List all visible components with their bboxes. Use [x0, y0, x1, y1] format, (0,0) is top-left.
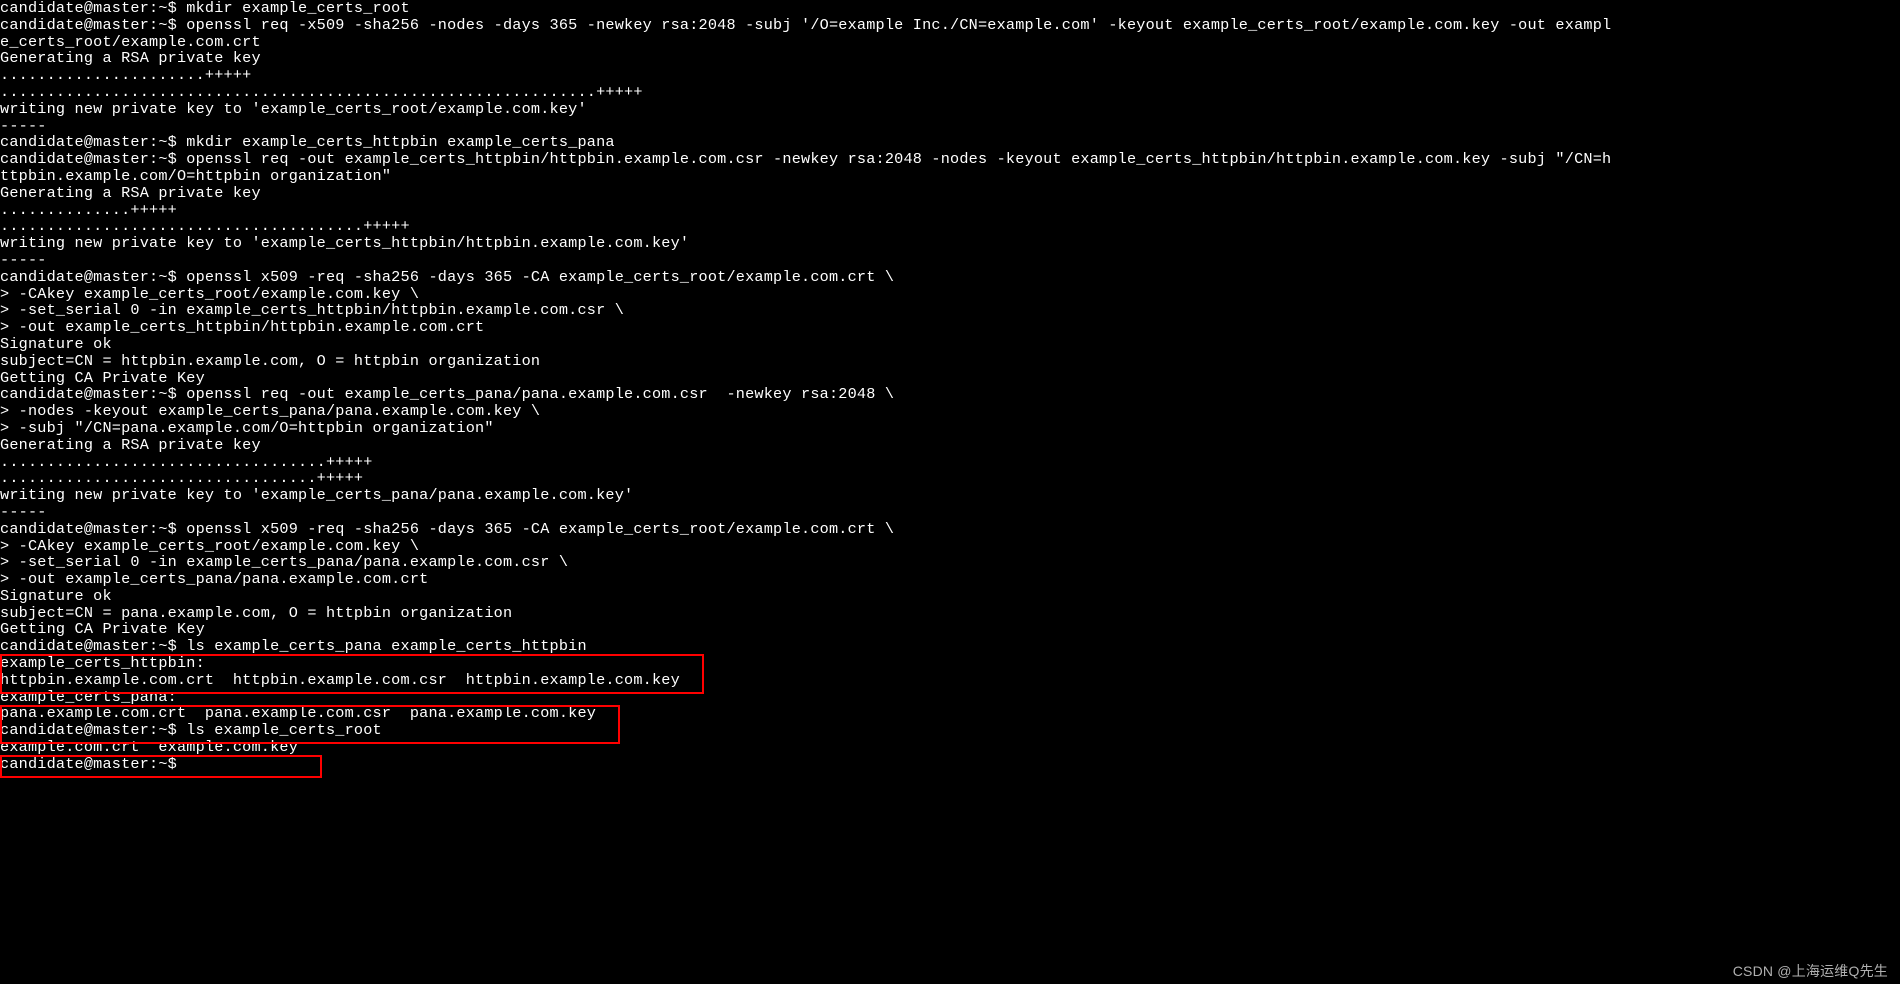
- terminal-line: writing new private key to 'example_cert…: [0, 487, 1900, 504]
- terminal-line: > -subj "/CN=pana.example.com/O=httpbin …: [0, 420, 1900, 437]
- terminal-line: candidate@master:~$ openssl req -out exa…: [0, 151, 1900, 168]
- terminal-line: Signature ok: [0, 336, 1900, 353]
- terminal-line: .......................................+…: [0, 218, 1900, 235]
- terminal-line: Getting CA Private Key: [0, 621, 1900, 638]
- terminal-line: ..................................+++++: [0, 470, 1900, 487]
- terminal-line: example_certs_httpbin:: [0, 655, 1900, 672]
- terminal-line: e_certs_root/example.com.crt: [0, 34, 1900, 51]
- terminal-line: -----: [0, 118, 1900, 135]
- terminal-line: > -nodes -keyout example_certs_pana/pana…: [0, 403, 1900, 420]
- terminal-line: candidate@master:~$ openssl req -out exa…: [0, 386, 1900, 403]
- terminal-line: httpbin.example.com.crt httpbin.example.…: [0, 672, 1900, 689]
- terminal-line: Signature ok: [0, 588, 1900, 605]
- terminal-line: ........................................…: [0, 84, 1900, 101]
- terminal-line: ..............+++++: [0, 202, 1900, 219]
- terminal-line: example_certs_pana:: [0, 689, 1900, 706]
- terminal-line: candidate@master:~$: [0, 756, 1900, 773]
- terminal-line: candidate@master:~$ ls example_certs_pan…: [0, 638, 1900, 655]
- terminal-line: candidate@master:~$ mkdir example_certs_…: [0, 0, 1900, 17]
- terminal-line: example.com.crt example.com.key: [0, 739, 1900, 756]
- terminal-line: ......................+++++: [0, 67, 1900, 84]
- watermark: CSDN @上海运维Q先生: [1733, 963, 1888, 980]
- terminal-line: -----: [0, 504, 1900, 521]
- terminal-line: writing new private key to 'example_cert…: [0, 235, 1900, 252]
- terminal-line: Generating a RSA private key: [0, 437, 1900, 454]
- terminal-output[interactable]: candidate@master:~$ mkdir example_certs_…: [0, 0, 1900, 773]
- terminal-line: ttpbin.example.com/O=httpbin organizatio…: [0, 168, 1900, 185]
- terminal-line: > -CAkey example_certs_root/example.com.…: [0, 286, 1900, 303]
- terminal-line: Generating a RSA private key: [0, 50, 1900, 67]
- terminal-line: Getting CA Private Key: [0, 370, 1900, 387]
- terminal-line: > -out example_certs_httpbin/httpbin.exa…: [0, 319, 1900, 336]
- terminal-line: candidate@master:~$ mkdir example_certs_…: [0, 134, 1900, 151]
- terminal-line: candidate@master:~$ openssl x509 -req -s…: [0, 269, 1900, 286]
- terminal-line: candidate@master:~$ openssl req -x509 -s…: [0, 17, 1900, 34]
- terminal-line: > -out example_certs_pana/pana.example.c…: [0, 571, 1900, 588]
- terminal-line: -----: [0, 252, 1900, 269]
- terminal-line: ...................................+++++: [0, 454, 1900, 471]
- terminal-line: Generating a RSA private key: [0, 185, 1900, 202]
- terminal-line: > -CAkey example_certs_root/example.com.…: [0, 538, 1900, 555]
- terminal-line: > -set_serial 0 -in example_certs_pana/p…: [0, 554, 1900, 571]
- terminal-line: pana.example.com.crt pana.example.com.cs…: [0, 705, 1900, 722]
- terminal-line: candidate@master:~$ openssl x509 -req -s…: [0, 521, 1900, 538]
- terminal-line: subject=CN = httpbin.example.com, O = ht…: [0, 353, 1900, 370]
- terminal-line: candidate@master:~$ ls example_certs_roo…: [0, 722, 1900, 739]
- terminal-line: subject=CN = pana.example.com, O = httpb…: [0, 605, 1900, 622]
- terminal-line: writing new private key to 'example_cert…: [0, 101, 1900, 118]
- terminal-line: > -set_serial 0 -in example_certs_httpbi…: [0, 302, 1900, 319]
